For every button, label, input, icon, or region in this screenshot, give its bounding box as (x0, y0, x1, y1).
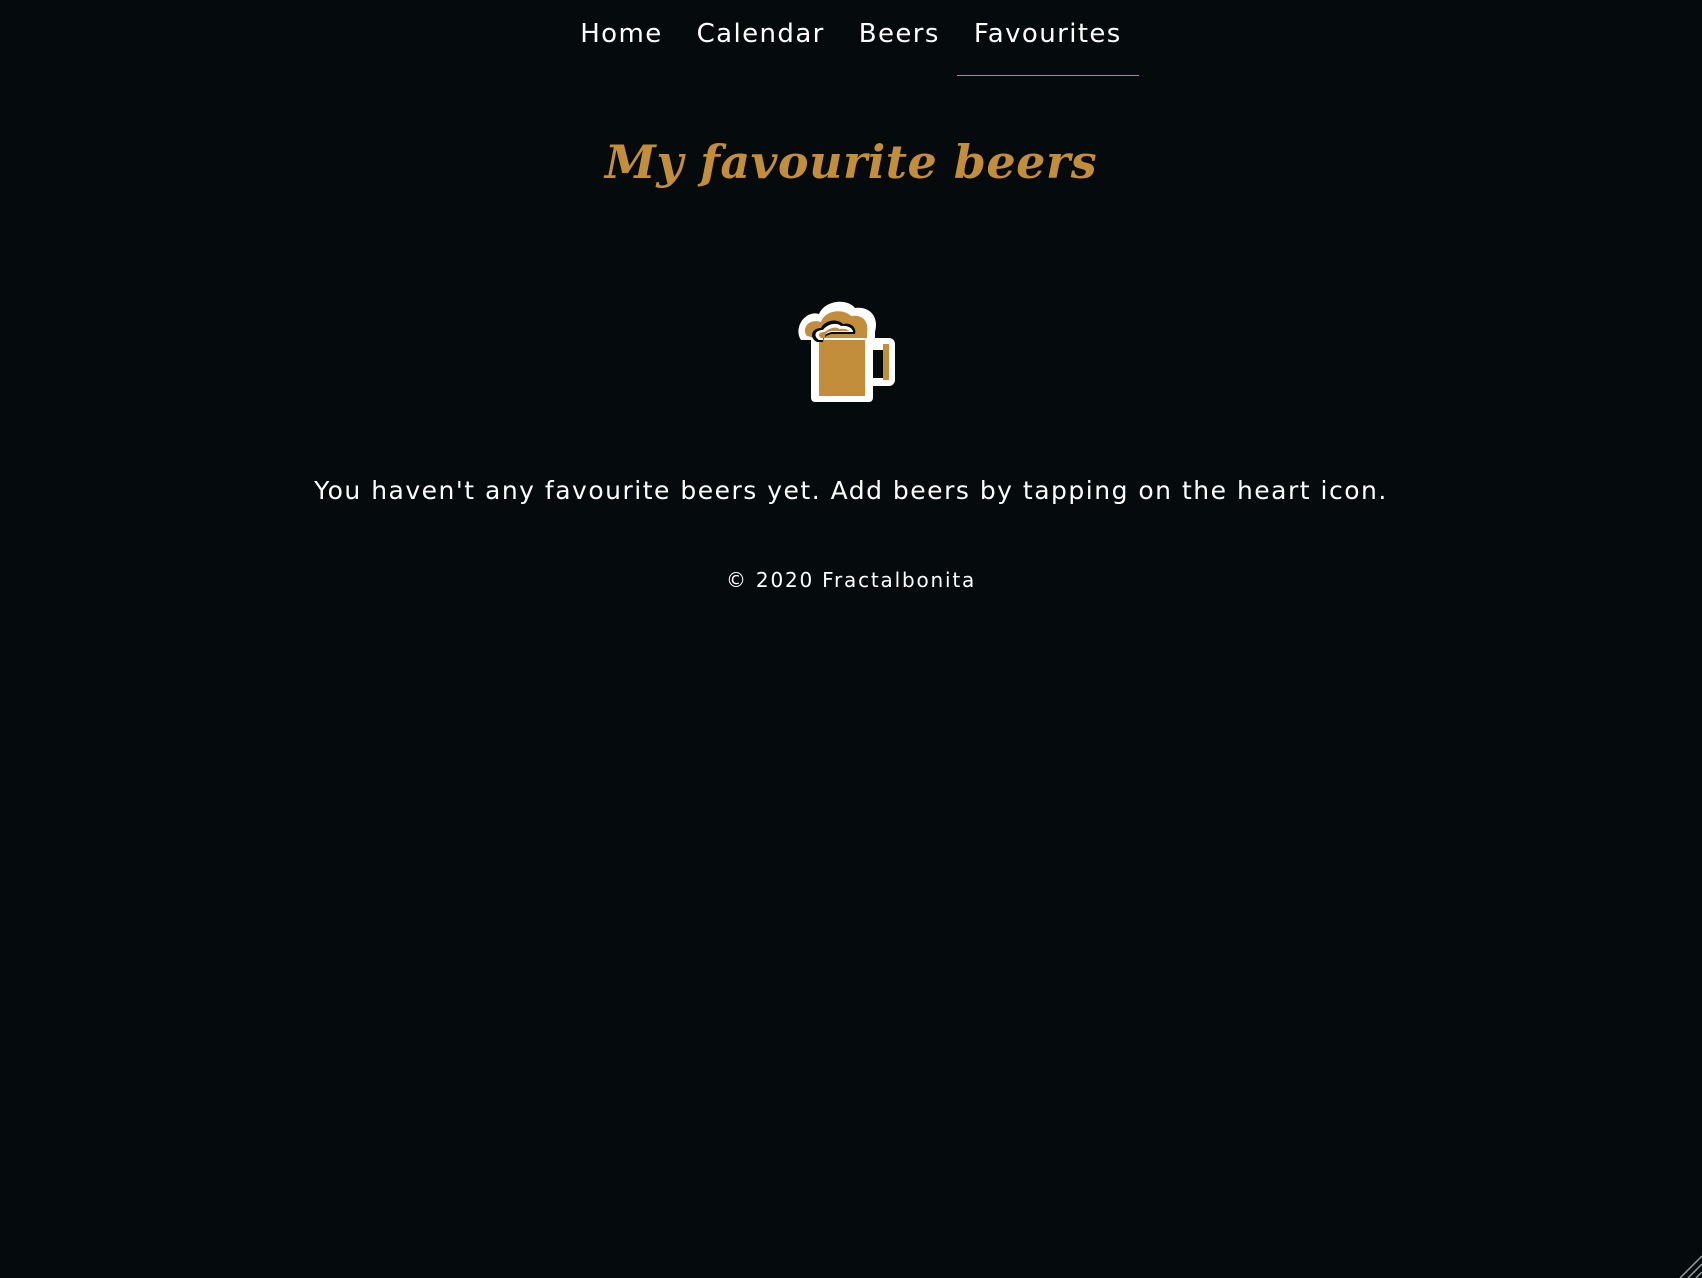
nav-item-label: Beers (858, 19, 940, 49)
page-title: My favourite beers (604, 135, 1098, 189)
nav-item-label: Favourites (973, 18, 1122, 49)
nav-item-favourites[interactable]: Favourites (956, 0, 1139, 76)
empty-state-message: You haven't any favourite beers yet. Add… (314, 476, 1388, 505)
footer-copyright: © 2020 Fractalbonita (725, 568, 977, 592)
page: Home Calendar Beers Favourites My favour… (0, 0, 1702, 1278)
nav-item-label: Home (580, 19, 663, 49)
nav-item-home[interactable]: Home (563, 0, 679, 76)
beer-mug-icon (793, 298, 901, 408)
resize-grip-icon[interactable] (1674, 1250, 1702, 1278)
nav-item-label: Calendar (696, 19, 825, 49)
nav-item-beers[interactable]: Beers (842, 0, 957, 76)
nav-item-calendar[interactable]: Calendar (680, 0, 842, 76)
main-nav: Home Calendar Beers Favourites (0, 0, 1702, 76)
